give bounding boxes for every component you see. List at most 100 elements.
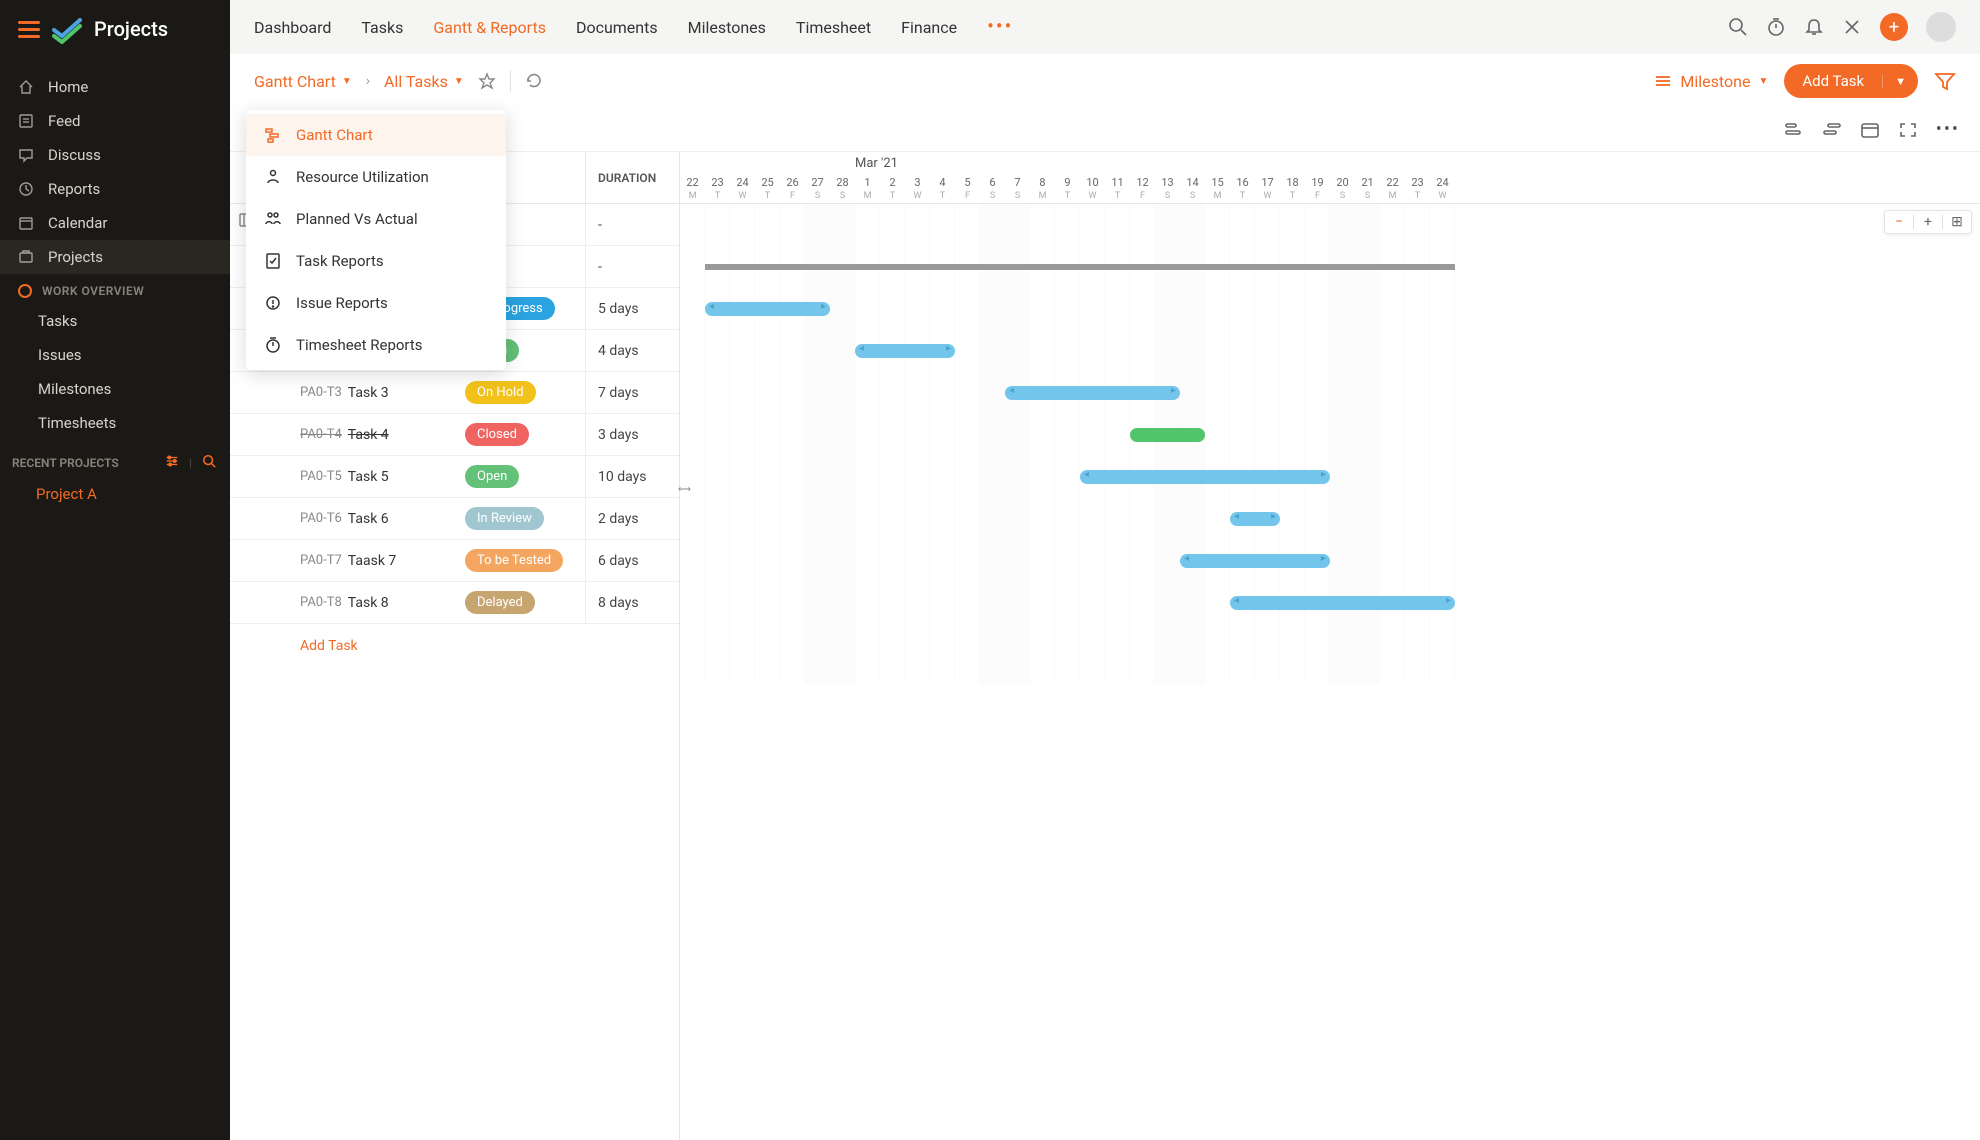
nav-icon	[18, 113, 34, 129]
expand-icon[interactable]	[1822, 121, 1842, 139]
user-avatar[interactable]	[1926, 12, 1956, 42]
breadcrumb-all-tasks[interactable]: All Tasks ▼	[384, 72, 464, 91]
gantt-bar-row	[680, 372, 1980, 414]
sidebar-item-reports[interactable]: Reports	[0, 172, 230, 206]
milestone-selector[interactable]: Milestone ▼	[1654, 72, 1768, 91]
status-pill: Closed	[465, 423, 529, 446]
nav-icon	[18, 181, 34, 197]
recent-project[interactable]: Project A	[0, 479, 230, 509]
sidebar-item-home[interactable]: Home	[0, 70, 230, 104]
dropdown-item-planned-vs-actual[interactable]: Planned Vs Actual	[246, 198, 506, 240]
tab-dashboard[interactable]: Dashboard	[254, 14, 331, 41]
view-dropdown: Gantt ChartResource UtilizationPlanned V…	[246, 110, 506, 370]
task-name: Taask 7	[348, 553, 396, 569]
chevron-right-icon: ›	[366, 73, 370, 89]
gantt-bar-row	[680, 204, 1980, 246]
tab-timesheet[interactable]: Timesheet	[796, 14, 871, 41]
gantt-bar[interactable]	[1230, 512, 1280, 526]
sidebar-sub-timesheets[interactable]: Timesheets	[0, 406, 230, 440]
refresh-icon[interactable]	[525, 72, 543, 90]
star-icon[interactable]	[478, 72, 496, 90]
task-row[interactable]: PA0-T6Task 6In Review2 days	[230, 498, 679, 540]
dropdown-label: Timesheet Reports	[296, 336, 423, 354]
task-row[interactable]: PA0-T8Task 8Delayed8 days	[230, 582, 679, 624]
calendar-icon[interactable]	[1860, 121, 1880, 139]
gantt-bar-row	[680, 540, 1980, 582]
nav-label: Projects	[48, 248, 103, 266]
more-icon[interactable]: •••	[1936, 119, 1960, 140]
sidebar-sub-issues[interactable]: Issues	[0, 338, 230, 372]
day-header: 26F	[780, 176, 805, 203]
collapse-icon[interactable]	[1784, 121, 1804, 139]
sidebar-sub-milestones[interactable]: Milestones	[0, 372, 230, 406]
dropdown-item-issue-reports[interactable]: Issue Reports	[246, 282, 506, 324]
dropdown-item-resource-utilization[interactable]: Resource Utilization	[246, 156, 506, 198]
tools-icon[interactable]	[1842, 17, 1862, 37]
task-row[interactable]: PA0-T4Task 4Closed3 days	[230, 414, 679, 456]
nav-label: Calendar	[48, 214, 108, 232]
gantt-bar-row	[680, 414, 1980, 456]
sidebar-sub-tasks[interactable]: Tasks	[0, 304, 230, 338]
tab-tasks[interactable]: Tasks	[361, 14, 403, 41]
add-button[interactable]: +	[1880, 13, 1908, 41]
task-row[interactable]: PA0-T7Taask 7To be Tested6 days	[230, 540, 679, 582]
bell-icon[interactable]	[1804, 17, 1824, 37]
task-row[interactable]: PA0-T5Task 5Open10 days	[230, 456, 679, 498]
sidebar-section-work-overview: WORK OVERVIEW	[0, 274, 230, 304]
search-icon[interactable]	[202, 454, 216, 471]
breadcrumb-gantt-chart[interactable]: Gantt Chart ▼	[254, 72, 352, 91]
tab-documents[interactable]: Documents	[576, 14, 658, 41]
gantt-bar[interactable]	[705, 302, 830, 316]
sidebar-item-calendar[interactable]: Calendar	[0, 206, 230, 240]
timer-icon[interactable]	[1766, 17, 1786, 37]
zoom-in-button[interactable]: +	[1914, 214, 1942, 230]
gantt-bar[interactable]	[1080, 470, 1330, 484]
task-row[interactable]: PA0-T3Task 3On Hold7 days	[230, 372, 679, 414]
search-icon[interactable]	[1728, 17, 1748, 37]
gantt-bar[interactable]	[1180, 554, 1330, 568]
nav-icon	[18, 147, 34, 163]
zoom-out-button[interactable]: −	[1885, 214, 1913, 230]
gantt-timeline: Mar '21 22M23T24W25T26F27S28S1M2T3W4T5F6…	[680, 152, 1980, 1140]
status-pill: To be Tested	[465, 549, 563, 572]
day-header: 2T	[880, 176, 905, 203]
day-header: 10W	[1080, 176, 1105, 203]
gantt-bar[interactable]	[705, 264, 1455, 270]
caret-down-icon[interactable]: ▼	[1882, 75, 1918, 88]
more-tabs-icon[interactable]: •••	[987, 14, 1013, 41]
sidebar-item-projects[interactable]: Projects	[0, 240, 230, 274]
dropdown-item-gantt-chart[interactable]: Gantt Chart	[246, 114, 506, 156]
zoom-fit-button[interactable]: ⊞	[1943, 214, 1971, 230]
day-header: 5F	[955, 176, 980, 203]
settings-icon[interactable]	[165, 454, 179, 471]
fullscreen-icon[interactable]	[1898, 121, 1918, 139]
dropdown-item-task-reports[interactable]: Task Reports	[246, 240, 506, 282]
caret-down-icon: ▼	[1758, 76, 1768, 87]
sidebar-item-feed[interactable]: Feed	[0, 104, 230, 138]
tab-finance[interactable]: Finance	[901, 14, 957, 41]
status-pill: Delayed	[465, 591, 535, 614]
day-header: 8M	[1030, 176, 1055, 203]
hamburger-menu[interactable]	[18, 21, 40, 38]
gantt-bar-row	[680, 498, 1980, 540]
day-header: 16T	[1230, 176, 1255, 203]
task-name: Task 5	[348, 469, 389, 485]
day-header: 9T	[1055, 176, 1080, 203]
tab-milestones[interactable]: Milestones	[688, 14, 766, 41]
gantt-bar[interactable]	[1230, 596, 1455, 610]
caret-down-icon: ▼	[454, 76, 464, 87]
sidebar-item-discuss[interactable]: Discuss	[0, 138, 230, 172]
filter-icon[interactable]	[1934, 70, 1956, 92]
gantt-bar[interactable]	[1005, 386, 1180, 400]
resize-handle[interactable]	[678, 480, 686, 496]
day-header: 18T	[1280, 176, 1305, 203]
add-task-button[interactable]: Add Task ▼	[1784, 64, 1918, 98]
day-header: 13S	[1155, 176, 1180, 203]
dropdown-item-timesheet-reports[interactable]: Timesheet Reports	[246, 324, 506, 366]
duration-cell: 3 days	[585, 414, 679, 455]
add-task-inline[interactable]: Add Task	[230, 624, 679, 668]
crumb-label: All Tasks	[384, 72, 448, 91]
tab-gantt-reports[interactable]: Gantt & Reports	[433, 14, 546, 41]
gantt-bar[interactable]	[855, 344, 955, 358]
gantt-bar[interactable]	[1130, 428, 1205, 442]
